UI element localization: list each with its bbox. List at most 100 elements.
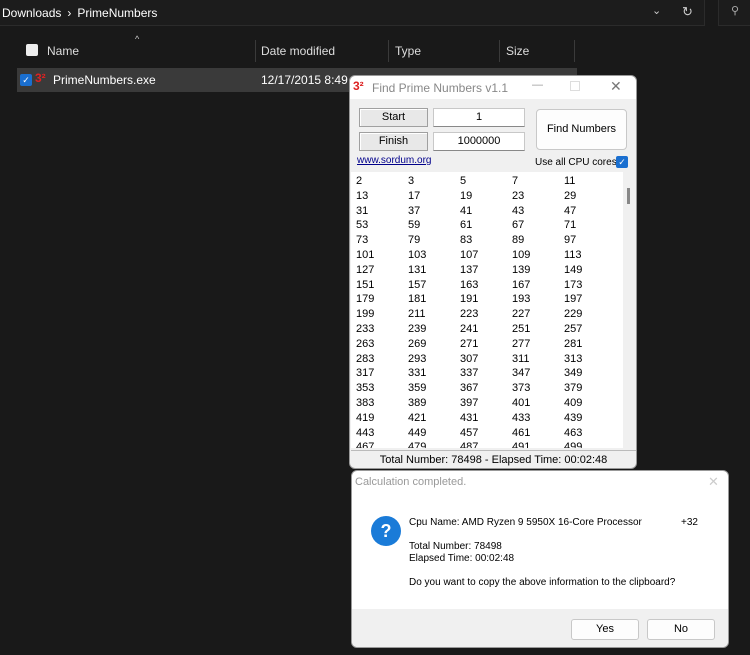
column-size[interactable]: Size bbox=[500, 40, 575, 62]
select-all-checkbox[interactable] bbox=[26, 44, 38, 56]
start-input[interactable]: 1 bbox=[433, 108, 525, 127]
file-date: 12/17/2015 8:49 bbox=[261, 73, 348, 87]
prime-cell: 311 bbox=[512, 352, 530, 365]
prime-cell: 67 bbox=[512, 219, 525, 232]
prime-cell: 367 bbox=[460, 382, 479, 395]
breadcrumb-primenumbers[interactable]: PrimeNumbers bbox=[77, 6, 157, 20]
prime-cell: 59 bbox=[408, 219, 421, 232]
prime-cell: 223 bbox=[460, 308, 479, 321]
prime-cell: 19 bbox=[460, 189, 473, 202]
title-bar: 3² Find Prime Numbers v1.1 — ✕ bbox=[350, 76, 636, 99]
prime-cell: 263 bbox=[356, 337, 375, 350]
prime-cell: 307 bbox=[460, 352, 479, 365]
prime-cell: 353 bbox=[356, 382, 375, 395]
cpu-cores-label: Use all CPU cores bbox=[535, 157, 617, 168]
refresh-icon[interactable]: ↻ bbox=[682, 4, 693, 20]
prime-cell: 401 bbox=[512, 397, 531, 409]
prime-cell: 241 bbox=[460, 323, 479, 335]
column-type[interactable]: Type bbox=[389, 40, 500, 62]
find-numbers-button[interactable]: Find Numbers bbox=[536, 109, 627, 150]
prime-cell: 149 bbox=[564, 263, 583, 276]
address-bar[interactable]: Downloads › PrimeNumbers ⌄ ↻ bbox=[0, 0, 705, 26]
prime-cell: 71 bbox=[564, 219, 577, 232]
finish-input[interactable]: 1000000 bbox=[433, 132, 525, 151]
prime-cell: 79 bbox=[408, 234, 421, 247]
close-button[interactable]: ✕ bbox=[610, 78, 622, 95]
prime-cell: 463 bbox=[564, 426, 583, 439]
minimize-button[interactable]: — bbox=[532, 79, 543, 91]
prime-cell: 439 bbox=[564, 411, 583, 424]
prime-cell: 197 bbox=[564, 293, 583, 306]
prime-cell: 251 bbox=[512, 323, 531, 335]
prime-cell: 5 bbox=[460, 175, 467, 187]
prime-cell: 83 bbox=[460, 234, 473, 247]
maximize-button[interactable] bbox=[570, 81, 580, 91]
prime-cell: 163 bbox=[460, 278, 479, 291]
prime-cell: 23 bbox=[512, 189, 525, 202]
primes-list[interactable]: 2 3 5 7 11 13 17 19 23 29 31 37 41 43 47 53 59 61 67 71 73 79… bbox=[351, 172, 636, 448]
prime-cell: 383 bbox=[356, 397, 375, 409]
question-text: Do you want to copy the above informatio… bbox=[409, 577, 676, 588]
prime-cell: 139 bbox=[512, 263, 531, 276]
column-date-modified[interactable]: Date modified bbox=[255, 40, 389, 62]
prime-cell: 373 bbox=[512, 382, 531, 395]
prime-cell: 61 bbox=[460, 219, 473, 232]
file-name: PrimeNumbers.exe bbox=[53, 73, 156, 87]
close-button[interactable]: ✕ bbox=[708, 474, 719, 490]
sordum-link[interactable]: www.sordum.org bbox=[357, 155, 431, 166]
prime-cell: 449 bbox=[408, 426, 427, 439]
prime-cell: 193 bbox=[512, 293, 531, 306]
prime-cell: 227 bbox=[512, 308, 531, 321]
calculation-dialog: Calculation completed. ✕ ? Cpu Name: AMD… bbox=[351, 470, 729, 648]
prime-cell: 113 bbox=[564, 249, 582, 261]
dialog-title: Calculation completed. bbox=[355, 476, 467, 488]
prime-cell: 17 bbox=[408, 189, 421, 202]
scrollbar-thumb[interactable] bbox=[627, 188, 630, 204]
prime-cell: 211 bbox=[408, 308, 426, 321]
prime-cell: 467 bbox=[356, 441, 375, 448]
prime-cell: 277 bbox=[512, 337, 531, 350]
prime-cell: 499 bbox=[564, 441, 583, 448]
prime-cell: 199 bbox=[356, 308, 375, 321]
elapsed-time: Elapsed Time: 00:02:48 bbox=[409, 553, 515, 564]
finish-label: Finish bbox=[359, 132, 428, 151]
chevron-down-icon[interactable]: ⌄ bbox=[652, 4, 661, 17]
prime-cell: 53 bbox=[356, 219, 369, 232]
prime-cell: 347 bbox=[512, 367, 531, 380]
prime-cell: 179 bbox=[356, 293, 375, 306]
prime-cell: 379 bbox=[564, 382, 583, 395]
prime-cell: 167 bbox=[512, 278, 531, 291]
prime-cell: 421 bbox=[408, 411, 427, 424]
app-icon: 3² bbox=[353, 79, 364, 93]
prime-cell: 433 bbox=[512, 411, 531, 424]
prime-cell: 137 bbox=[460, 263, 479, 276]
scrollbar[interactable] bbox=[623, 172, 636, 448]
prime-cell: 491 bbox=[512, 441, 531, 448]
column-name[interactable]: Name bbox=[41, 40, 256, 62]
no-button[interactable]: No bbox=[647, 619, 715, 640]
thread-count: +32 bbox=[681, 517, 698, 528]
prime-cell: 431 bbox=[460, 411, 479, 424]
prime-cell: 151 bbox=[356, 278, 375, 291]
breadcrumb-downloads[interactable]: Downloads bbox=[2, 6, 61, 20]
prime-cell: 349 bbox=[564, 367, 583, 380]
prime-cell: 41 bbox=[460, 204, 473, 217]
prime-cell: 103 bbox=[408, 249, 427, 261]
prime-cell: 47 bbox=[564, 204, 577, 217]
row-checkbox[interactable]: ✓ bbox=[20, 74, 32, 86]
prime-cell: 3 bbox=[408, 175, 415, 187]
search-box[interactable]: ⚲ bbox=[718, 0, 750, 26]
prime-cell: 337 bbox=[460, 367, 479, 380]
cpu-cores-checkbox[interactable]: ✓ bbox=[616, 156, 628, 168]
prime-cell: 157 bbox=[408, 278, 427, 291]
yes-button[interactable]: Yes bbox=[571, 619, 639, 640]
prime-cell: 101 bbox=[356, 249, 375, 261]
prime-cell: 229 bbox=[564, 308, 583, 321]
prime-cell: 31 bbox=[356, 204, 369, 217]
prime-cell: 331 bbox=[408, 367, 427, 380]
prime-cell: 359 bbox=[408, 382, 427, 395]
prime-cell: 89 bbox=[512, 234, 525, 247]
prime-cell: 479 bbox=[408, 441, 427, 448]
prime-cell: 443 bbox=[356, 426, 375, 439]
prime-cell: 293 bbox=[408, 352, 427, 365]
